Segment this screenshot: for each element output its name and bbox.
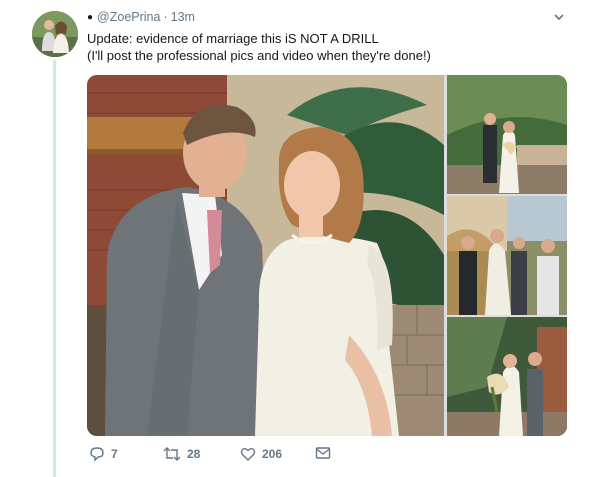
like-count: 206: [262, 447, 283, 461]
main-photo[interactable]: [87, 75, 444, 436]
tweet-text-line-1: Update: evidence of marriage this iS NOT…: [87, 31, 379, 46]
photo-ceremony-top[interactable]: [447, 75, 567, 194]
chevron-down-icon[interactable]: [552, 10, 566, 24]
avatar[interactable]: [32, 11, 78, 57]
photo-ceremony-middle[interactable]: [447, 196, 567, 315]
media-grid: [87, 75, 567, 436]
retweet-icon: [163, 447, 181, 461]
account-badge-icon: ●: [87, 11, 94, 23]
tweet-text: Update: evidence of marriage this iS NOT…: [87, 30, 567, 64]
reply-count: 7: [111, 447, 118, 461]
thread-line: [53, 60, 56, 477]
reply-button[interactable]: 7: [89, 446, 118, 462]
tweet-header: ● @ZoePrina · 13m: [87, 10, 195, 24]
heart-icon: [240, 448, 256, 461]
like-button[interactable]: 206: [240, 446, 282, 462]
retweet-count: 28: [187, 447, 201, 461]
reply-icon: [90, 447, 104, 462]
separator: ·: [163, 10, 168, 24]
message-button[interactable]: [315, 446, 331, 460]
envelope-icon: [315, 447, 331, 459]
tweet-text-line-2: (I'll post the professional pics and vid…: [87, 48, 431, 63]
retweet-button[interactable]: 28: [163, 446, 200, 462]
user-handle[interactable]: @ZoePrina: [97, 10, 160, 24]
timestamp[interactable]: 13m: [171, 10, 195, 24]
photo-ceremony-bottom[interactable]: [447, 317, 567, 436]
